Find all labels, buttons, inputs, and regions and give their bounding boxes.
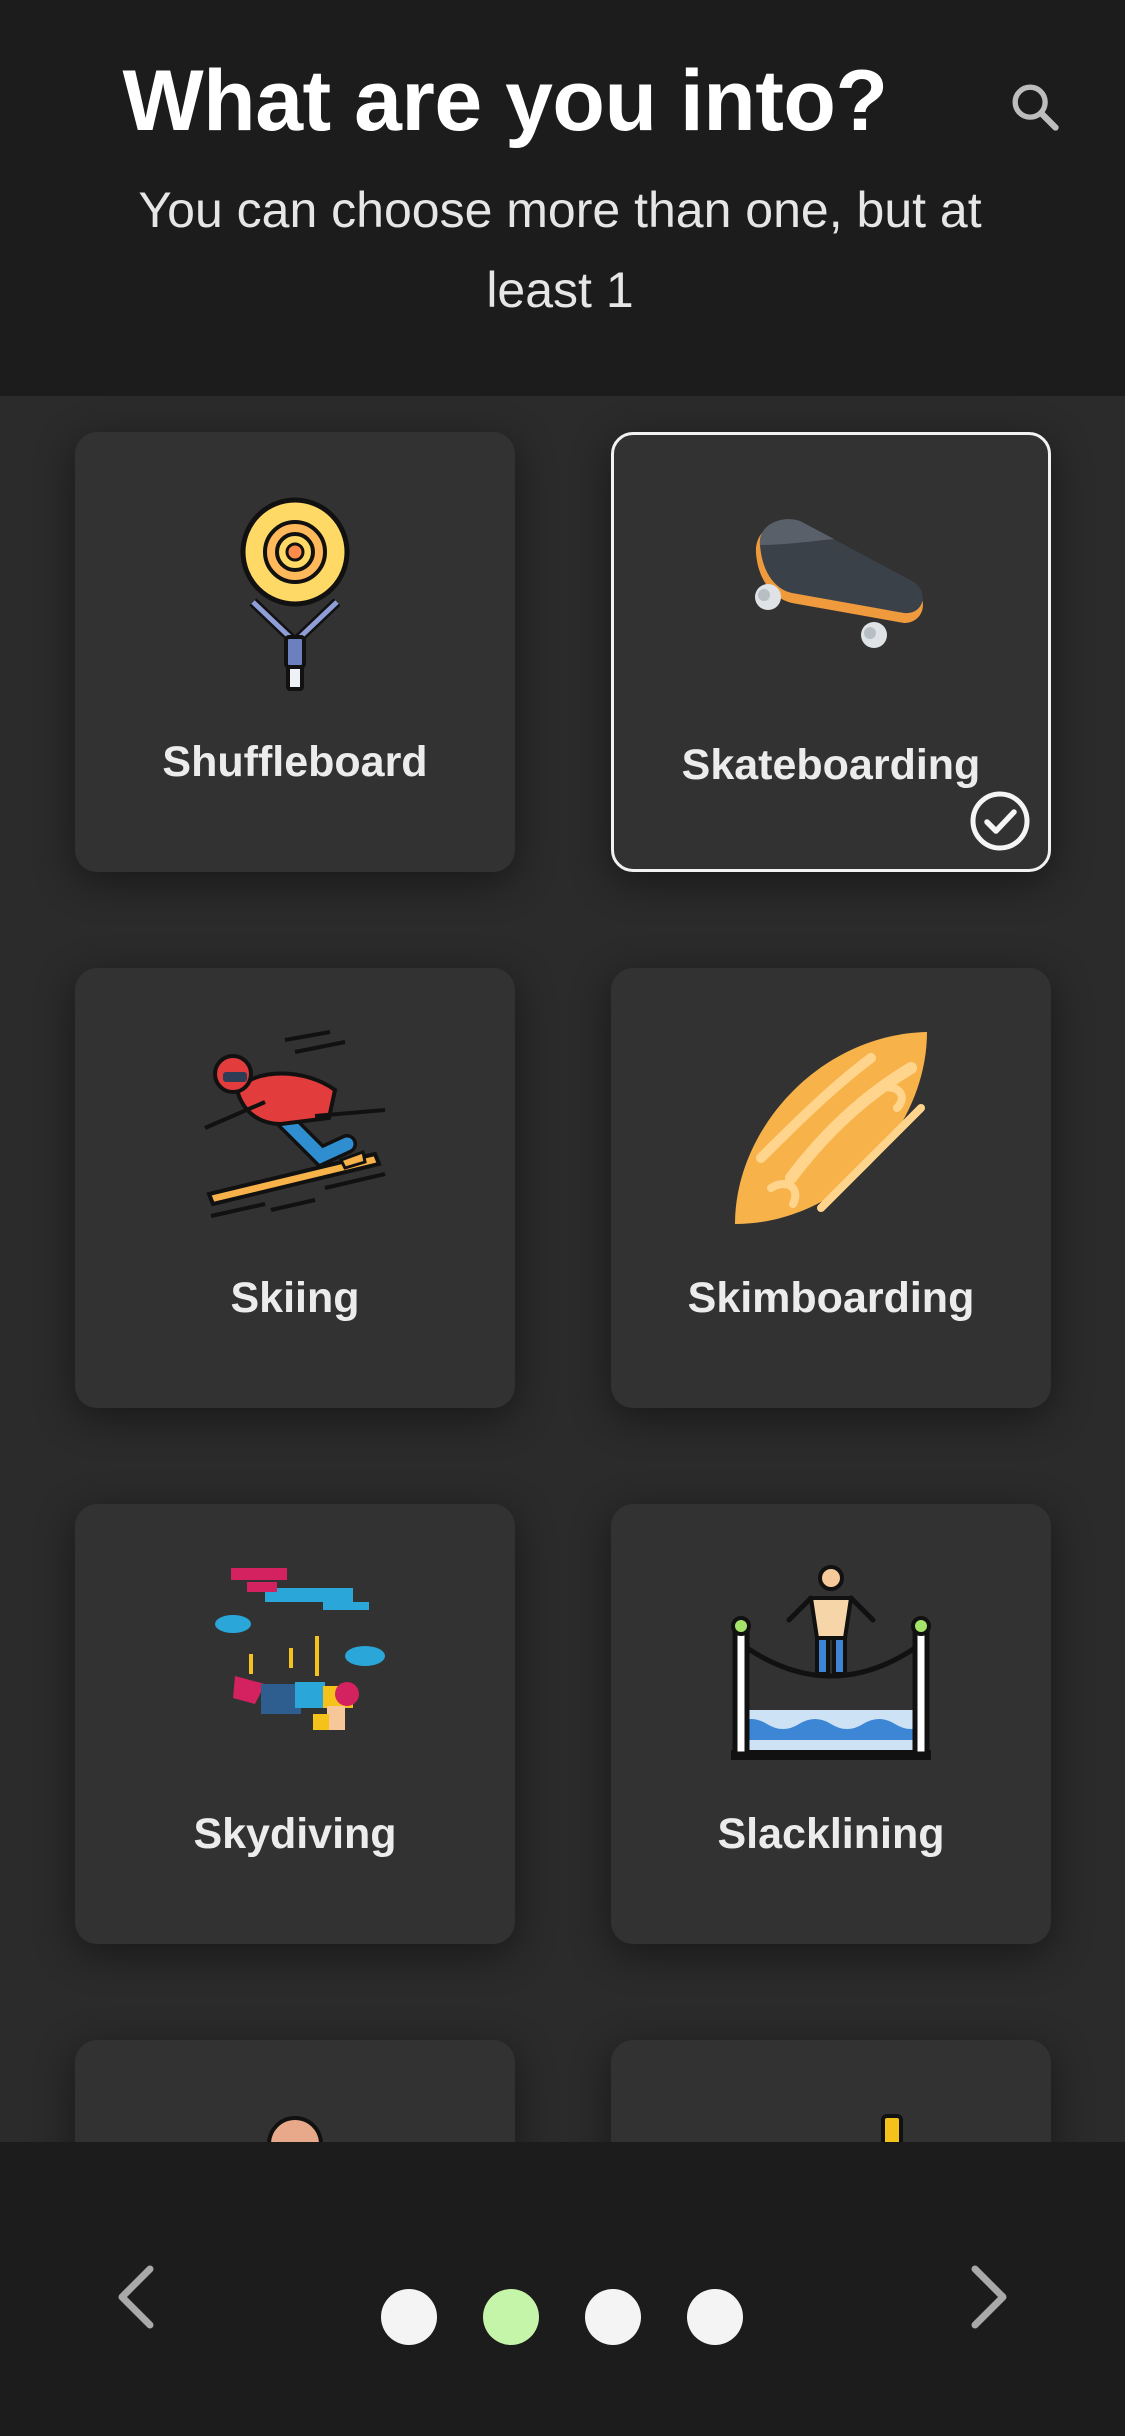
activity-label: Skiing xyxy=(230,1274,360,1322)
previous-button[interactable] xyxy=(100,2257,170,2337)
equipment-icon xyxy=(881,2114,903,2142)
page-dot-3[interactable] xyxy=(585,2289,641,2345)
search-button[interactable] xyxy=(1000,72,1070,142)
activity-label: Skateboarding xyxy=(681,741,981,789)
shuffleboard-icon xyxy=(195,492,395,692)
activity-card-skimboarding[interactable]: Skimboarding xyxy=(611,968,1051,1408)
activity-card-partial[interactable] xyxy=(611,2040,1051,2142)
activity-card-skiing[interactable]: Skiing xyxy=(75,968,515,1408)
activity-card-skateboarding[interactable]: Skateboarding xyxy=(611,432,1051,872)
skydiver-icon xyxy=(195,1564,395,1764)
chevron-right-icon xyxy=(971,2265,1007,2329)
check-circle-icon xyxy=(970,791,1030,851)
skimboard-icon xyxy=(731,1028,931,1228)
activity-grid: Shuffleboard Skateboarding Skiing Skimbo… xyxy=(0,396,1125,2142)
page-dot-1[interactable] xyxy=(381,2289,437,2345)
skier-icon xyxy=(195,1028,395,1228)
search-icon xyxy=(1012,84,1059,131)
skateboard-icon xyxy=(734,495,934,695)
header: What are you into? You can choose more t… xyxy=(0,0,1125,396)
pagination-footer xyxy=(0,2142,1125,2436)
next-button[interactable] xyxy=(955,2257,1025,2337)
activity-label: Shuffleboard xyxy=(162,738,428,786)
page-dot-4[interactable] xyxy=(687,2289,743,2345)
activity-label: Slacklining xyxy=(717,1810,945,1858)
activity-label: Skimboarding xyxy=(687,1274,975,1322)
activity-card-slacklining[interactable]: Slacklining xyxy=(611,1504,1051,1944)
person-icon xyxy=(267,2116,323,2142)
activity-card-partial[interactable] xyxy=(75,2040,515,2142)
page-dot-2[interactable] xyxy=(483,2289,539,2345)
activity-label: Skydiving xyxy=(193,1810,397,1858)
page-title: What are you into? xyxy=(122,53,889,149)
page-subtitle: You can choose more than one, but at lea… xyxy=(138,182,982,318)
slackline-icon xyxy=(731,1564,931,1764)
activity-card-shuffleboard[interactable]: Shuffleboard xyxy=(75,432,515,872)
chevron-left-icon xyxy=(118,2265,154,2329)
activity-card-skydiving[interactable]: Skydiving xyxy=(75,1504,515,1944)
